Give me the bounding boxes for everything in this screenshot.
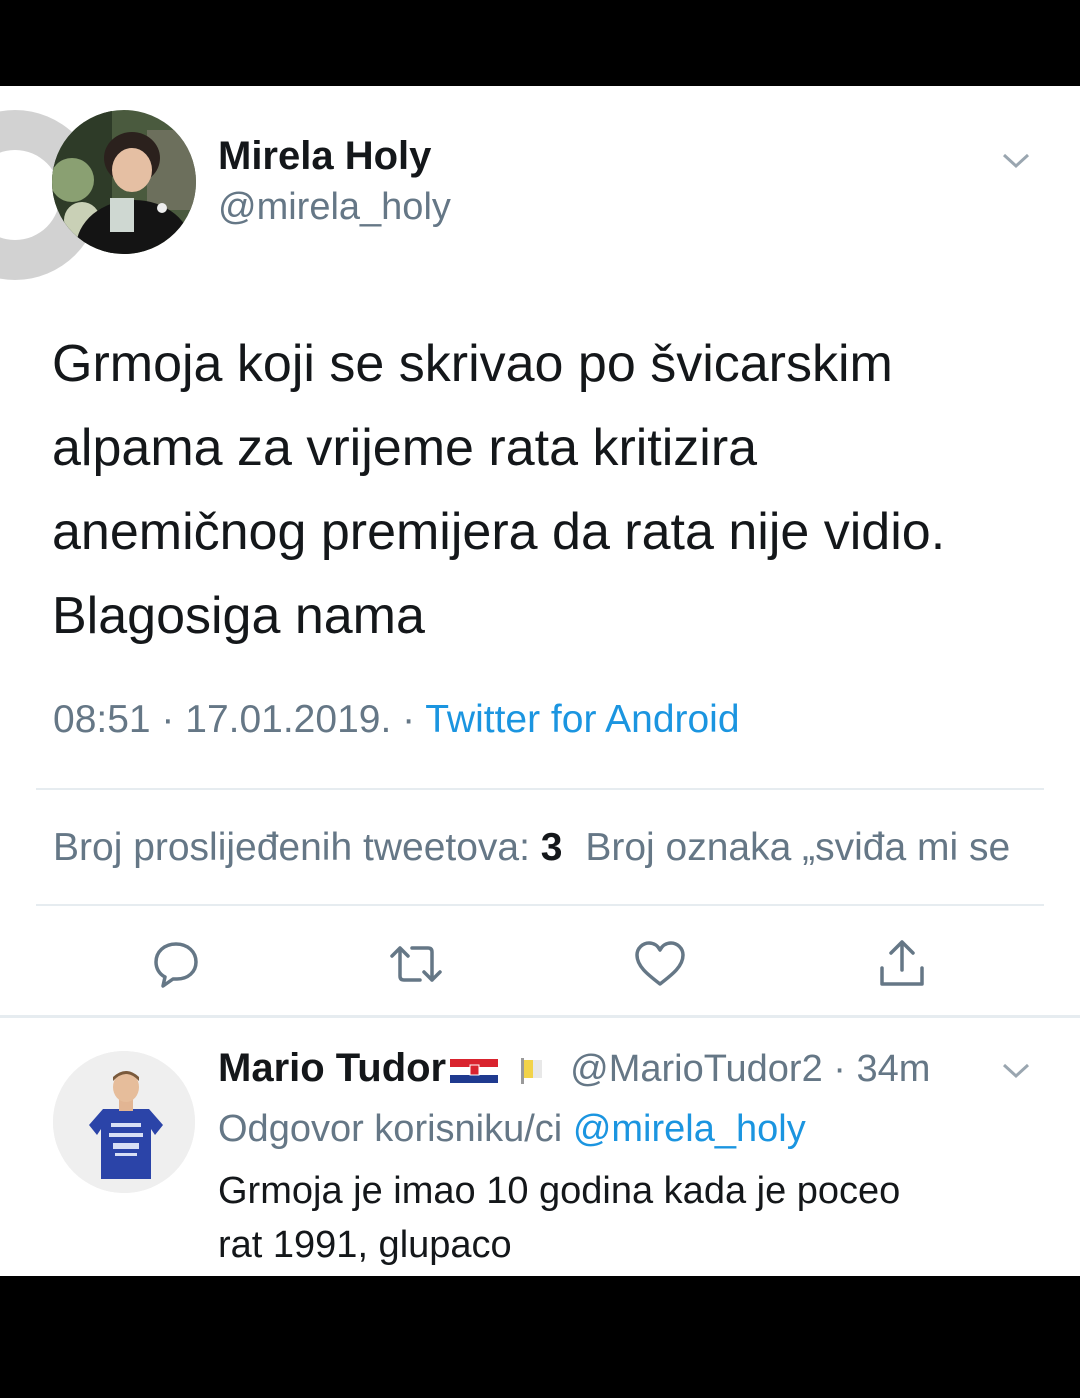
chevron-down-icon[interactable]	[1000, 1058, 1032, 1082]
tweet-text: Grmoja koji se skrivao po švicarskim alp…	[52, 322, 1052, 658]
tweet-text-line: Grmoja koji se skrivao po švicarskim	[52, 335, 893, 393]
reply-author-name[interactable]: Mario Tudor	[218, 1046, 446, 1090]
avatar-photo	[52, 110, 196, 254]
replying-to-mention[interactable]: @mirela_holy	[573, 1108, 806, 1150]
retweets-label[interactable]: Broj proslijeđenih tweetova:	[53, 826, 530, 869]
reply-avatar-photo	[53, 1051, 195, 1193]
replying-to-label: Odgovor korisniku/ci	[218, 1108, 563, 1150]
croatia-flag-icon	[450, 1058, 499, 1083]
tweet-stats: Broj proslijeđenih tweetova: 3 Broj ozna…	[53, 826, 1010, 870]
avatar[interactable]	[52, 110, 196, 254]
reply-header: Mario Tudor @MarioTudor2 · 34m	[218, 1046, 930, 1091]
retweet-icon	[390, 946, 442, 982]
reply-avatar[interactable]	[53, 1051, 195, 1193]
retweet-button[interactable]	[386, 934, 446, 994]
author-name[interactable]: Mirela Holy	[218, 134, 431, 179]
reply-button[interactable]	[146, 934, 206, 994]
retweets-count[interactable]: 3	[541, 826, 563, 869]
reply-time[interactable]: · 34m	[833, 1048, 930, 1090]
divider	[36, 788, 1044, 790]
tweet-text-line: anemičnog premijera da rata nije vidio.	[52, 503, 946, 561]
reply-text-line: rat 1991, glupaco	[218, 1224, 512, 1266]
tweet-timestamp[interactable]: 08:51 · 17.01.2019. ·	[53, 698, 425, 741]
speech-bubble-icon	[154, 942, 198, 988]
divider	[36, 904, 1044, 906]
reply-author-handle[interactable]: @MarioTudor2	[570, 1048, 823, 1090]
share-icon	[880, 940, 924, 986]
tweet-text-line: Blagosiga nama	[52, 587, 425, 645]
heart-icon	[635, 941, 685, 986]
flag-emoji-icon	[521, 1057, 543, 1084]
replying-to: Odgovor korisniku/ci @mirela_holy	[218, 1108, 806, 1151]
chevron-down-icon[interactable]	[1000, 148, 1032, 172]
author-handle[interactable]: @mirela_holy	[218, 186, 451, 229]
tweet-source-link[interactable]: Twitter for Android	[425, 698, 739, 741]
tweet-screen: Mirela Holy @mirela_holy Grmoja koji se …	[0, 86, 1080, 1276]
tweet-meta: 08:51 · 17.01.2019. · Twitter for Androi…	[53, 698, 740, 742]
share-button[interactable]	[872, 934, 932, 994]
likes-label[interactable]: Broj oznaka „sviđa mi se	[585, 826, 1010, 869]
divider	[0, 1015, 1080, 1018]
like-button[interactable]	[630, 934, 690, 994]
tweet-text-line: alpama za vrijeme rata kritizira	[52, 419, 758, 477]
reply-text-line: Grmoja je imao 10 godina kada je poceo	[218, 1170, 901, 1212]
